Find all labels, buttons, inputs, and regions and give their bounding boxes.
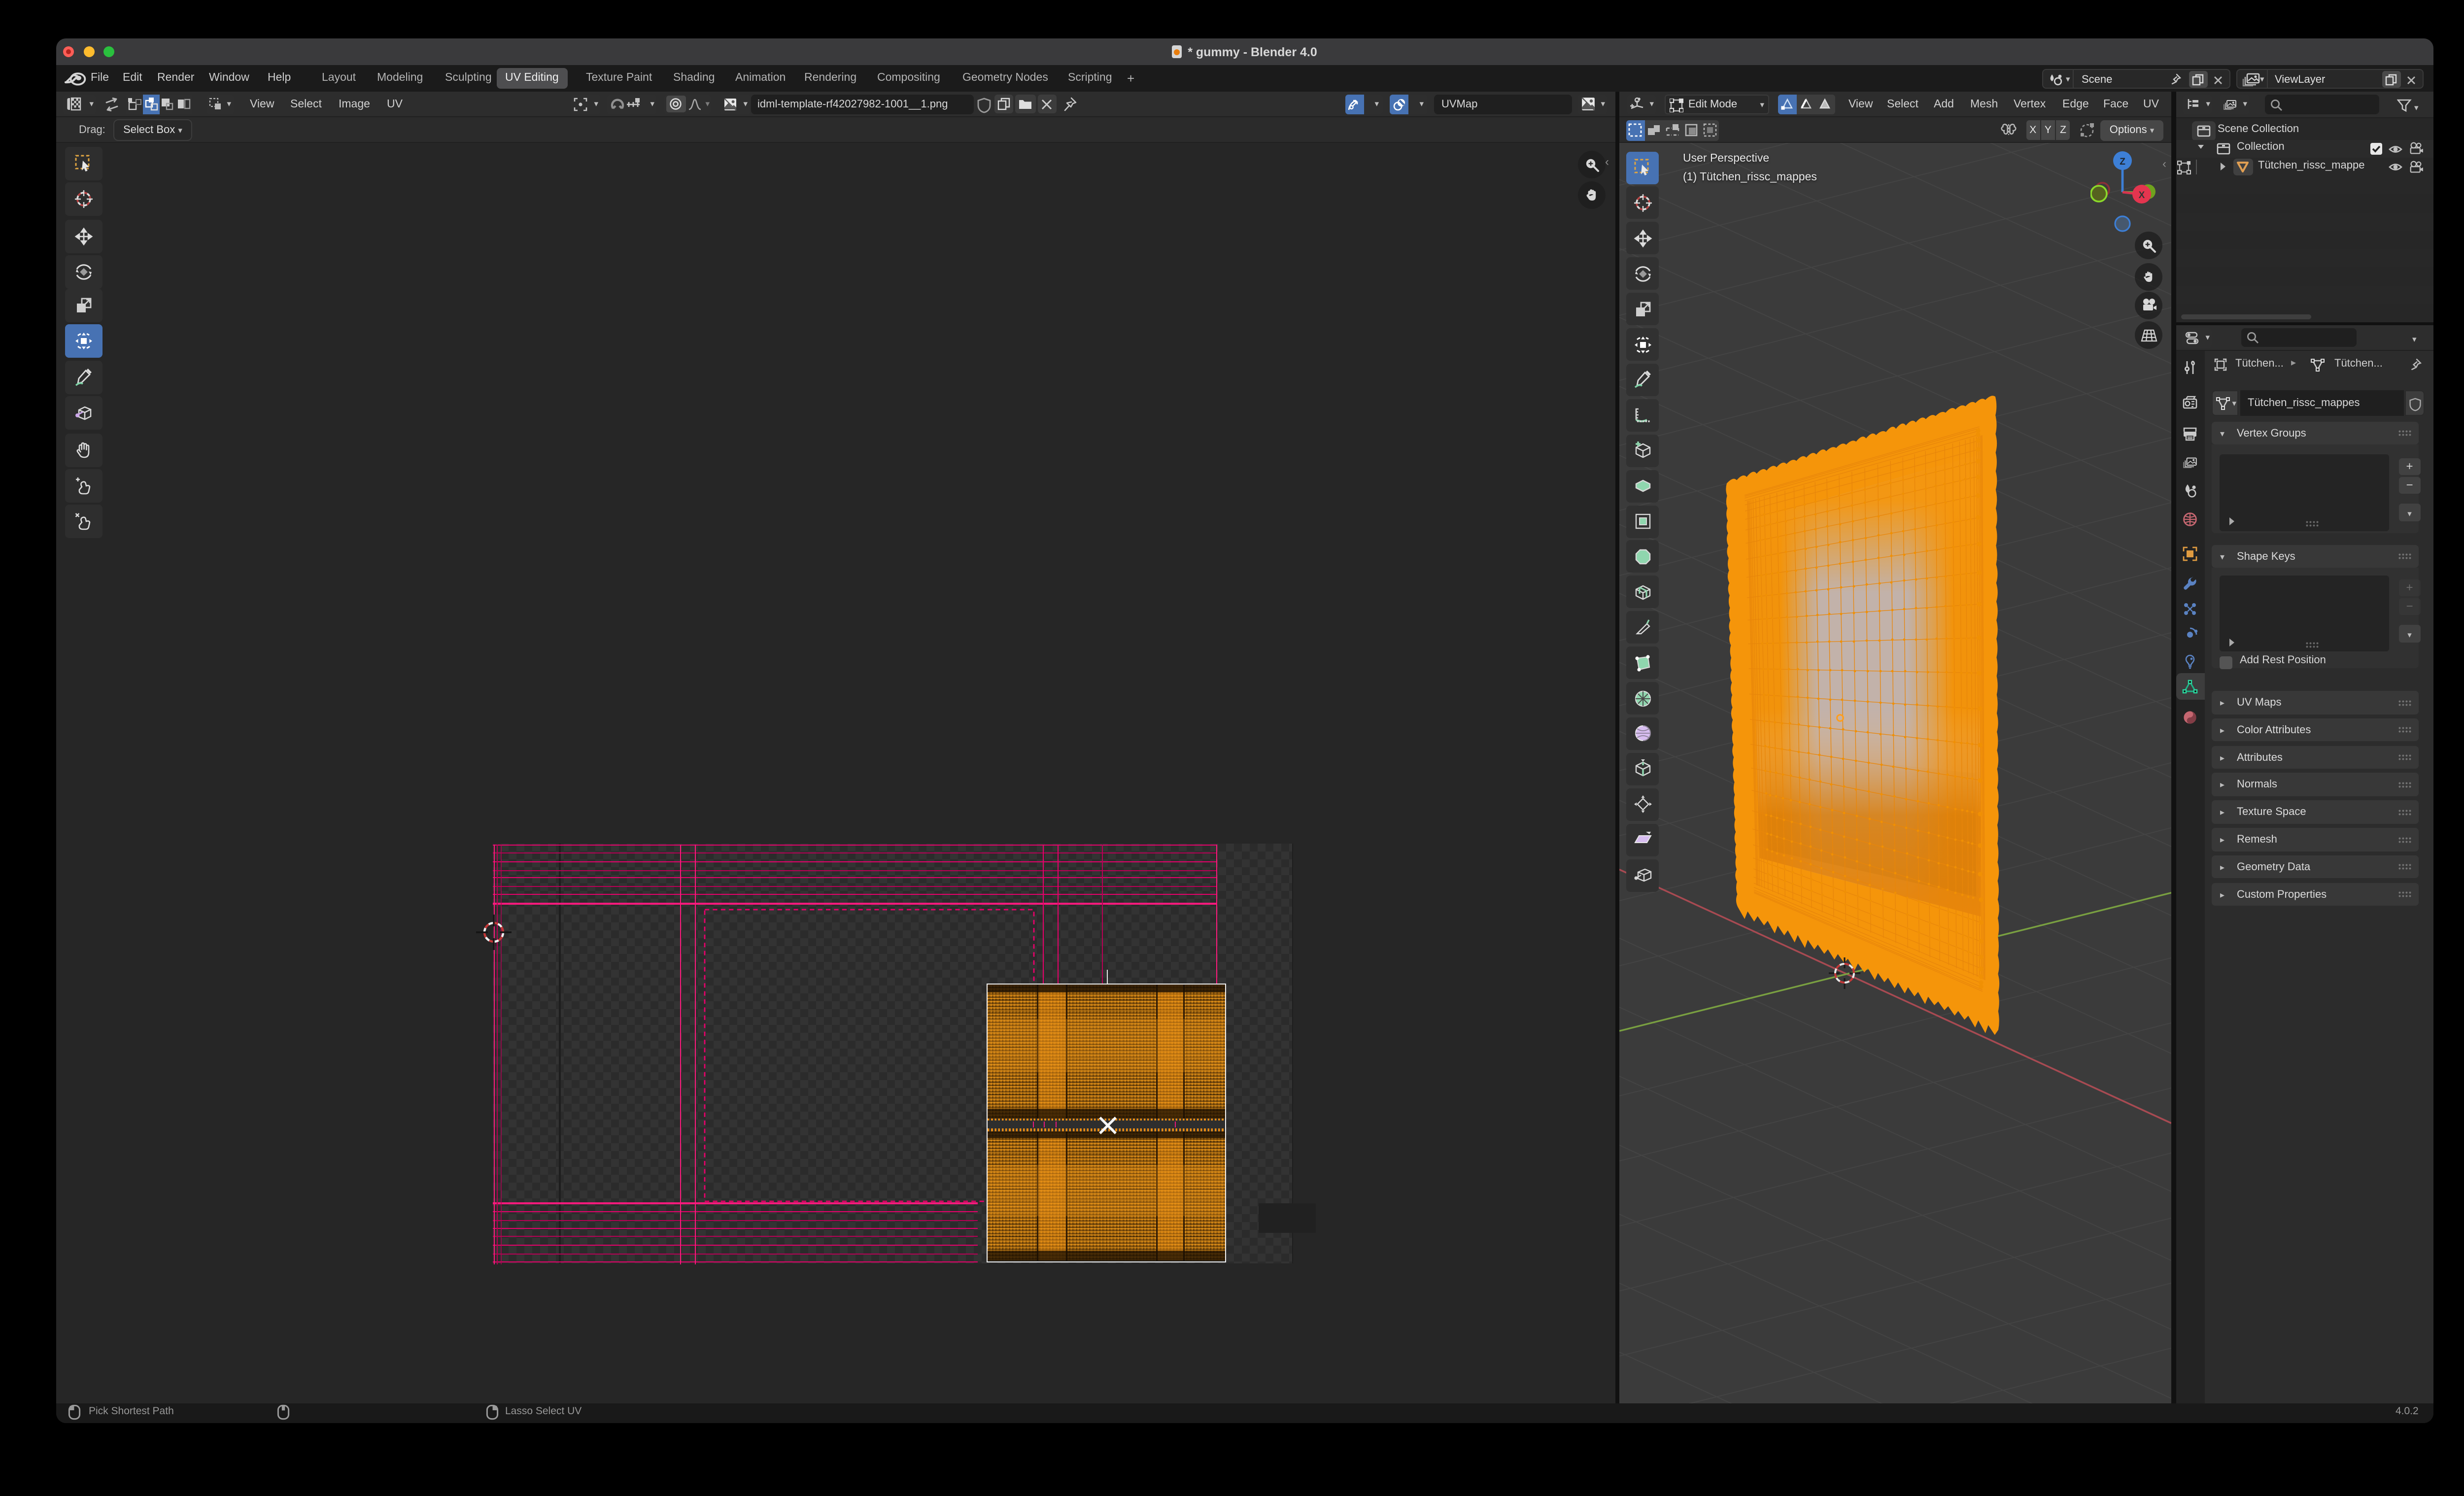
svg-text:Z: Z — [2119, 156, 2125, 167]
svg-text:X: X — [2138, 190, 2145, 200]
